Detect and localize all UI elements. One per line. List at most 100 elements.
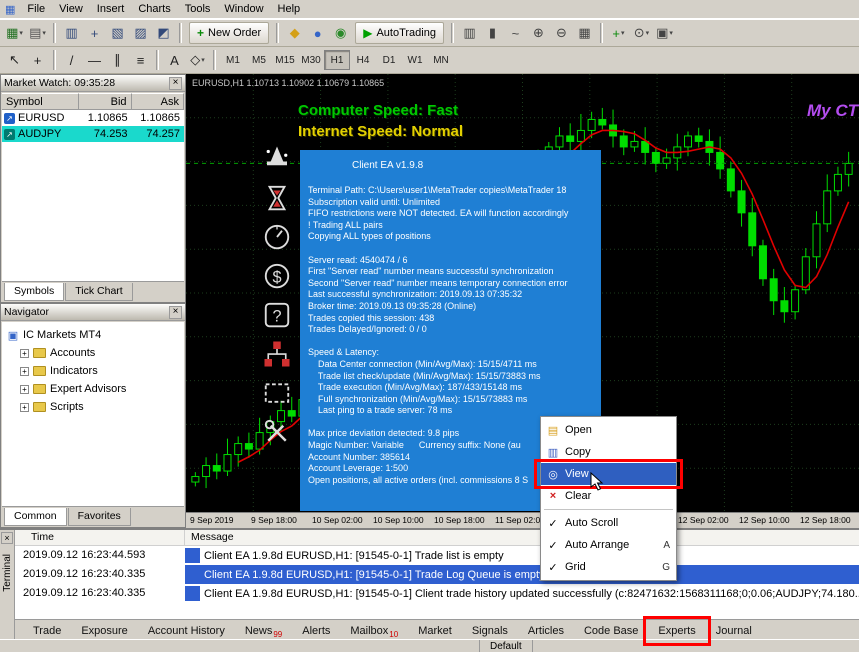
expand-icon[interactable]: + <box>20 349 29 358</box>
timeframe-M5[interactable]: M5 <box>246 50 272 70</box>
profiles-icon[interactable]: ▤▾ <box>26 22 49 44</box>
hourglass-icon[interactable] <box>262 183 292 213</box>
tab-articles[interactable]: Articles <box>518 622 574 640</box>
tree-item-scripts[interactable]: +Scripts <box>7 398 184 416</box>
timeframe-M1[interactable]: M1 <box>220 50 246 70</box>
column-header-symbol[interactable]: Symbol <box>2 93 79 110</box>
tab-trade[interactable]: Trade <box>23 622 71 640</box>
tab-market[interactable]: Market <box>408 622 462 640</box>
tab-code-base[interactable]: Code Base <box>574 622 648 640</box>
menu-item-open[interactable]: ▤Open <box>541 419 676 441</box>
help-icon[interactable]: ? <box>262 300 292 330</box>
market-watch-row[interactable]: ↗EURUSD1.108651.10865 <box>2 110 184 126</box>
tab-symbols[interactable]: Symbols <box>4 283 64 301</box>
data-window-icon[interactable]: + <box>83 22 106 44</box>
fibonacci-icon[interactable]: ≡ <box>129 49 152 71</box>
column-header-bid[interactable]: Bid <box>79 93 131 110</box>
tree-root-account[interactable]: ▣IC Markets MT4 <box>7 326 184 344</box>
autotrading-button[interactable]: ▶AutoTrading <box>355 22 444 44</box>
menu-item-view[interactable]: ◎View <box>541 463 676 485</box>
close-icon[interactable]: × <box>169 77 182 90</box>
templates-icon[interactable]: ▣▾ <box>653 22 676 44</box>
expand-icon[interactable]: + <box>20 367 29 376</box>
tree-item-accounts[interactable]: +Accounts <box>7 344 184 362</box>
tab-exposure[interactable]: Exposure <box>71 622 137 640</box>
timeframe-D1[interactable]: D1 <box>376 50 402 70</box>
horizontal-line-icon[interactable]: — <box>83 49 106 71</box>
timeframe-M30[interactable]: M30 <box>298 50 324 70</box>
arrows-icon[interactable]: ◇▾ <box>186 49 209 71</box>
crosshair-tool-icon[interactable]: + <box>26 49 49 71</box>
periods-icon[interactable]: ⊙▾ <box>630 22 653 44</box>
expand-icon[interactable]: + <box>20 385 29 394</box>
journal-row[interactable]: 2019.09.12 16:23:44.593Client EA 1.9.8d … <box>15 546 859 565</box>
zoom-out-icon[interactable]: ⊖ <box>550 22 573 44</box>
menu-view[interactable]: View <box>52 2 90 16</box>
menu-insert[interactable]: Insert <box>90 2 132 16</box>
zoom-in-icon[interactable]: ⊕ <box>527 22 550 44</box>
equidistant-channel-icon[interactable]: ∥ <box>106 49 129 71</box>
line-chart-icon[interactable]: ~ <box>504 22 527 44</box>
metaeditor-icon[interactable]: ◆ <box>283 22 306 44</box>
wizard-icon[interactable] <box>262 144 292 174</box>
timeframe-H1[interactable]: H1 <box>324 50 350 70</box>
trendline-icon[interactable]: / <box>60 49 83 71</box>
journal-row[interactable]: 2019.09.12 16:23:40.335Client EA 1.9.8d … <box>15 584 859 603</box>
menu-item-grid[interactable]: ✓GridG <box>541 556 676 578</box>
tab-favorites[interactable]: Favorites <box>68 508 131 526</box>
text-label-icon[interactable]: A <box>163 49 186 71</box>
time-column-header[interactable]: Time <box>15 530 185 545</box>
new-chart-icon[interactable]: ▦▾ <box>3 22 26 44</box>
menu-item-auto-scroll[interactable]: ✓Auto Scroll <box>541 512 676 534</box>
menu-item-copy[interactable]: ▥Copy <box>541 441 676 463</box>
menu-help[interactable]: Help <box>271 2 308 16</box>
tile-windows-icon[interactable]: ▦ <box>573 22 596 44</box>
tree-item-expert-advisors[interactable]: +Expert Advisors <box>7 380 184 398</box>
tab-mailbox[interactable]: Mailbox10 <box>340 622 408 640</box>
timeframe-W1[interactable]: W1 <box>402 50 428 70</box>
profile-indicator[interactable]: Default <box>480 640 533 652</box>
indicators-icon[interactable]: +▾ <box>607 22 630 44</box>
tab-account-history[interactable]: Account History <box>138 622 235 640</box>
signals-icon[interactable]: ◉ <box>329 22 352 44</box>
journal-row[interactable]: 2019.09.12 16:23:40.335Client EA 1.9.8d … <box>15 565 859 584</box>
bar-chart-icon[interactable]: ▥ <box>458 22 481 44</box>
tab-experts[interactable]: Experts <box>648 622 705 640</box>
cursor-tool-icon[interactable]: ↖ <box>3 49 26 71</box>
tab-alerts[interactable]: Alerts <box>292 622 340 640</box>
tree-item-indicators[interactable]: +Indicators <box>7 362 184 380</box>
menu-file[interactable]: File <box>20 2 52 16</box>
message-column-header[interactable]: Message <box>185 530 859 545</box>
column-header-ask[interactable]: Ask <box>132 93 184 110</box>
candlestick-icon[interactable]: ▮ <box>481 22 504 44</box>
tab-common[interactable]: Common <box>4 508 67 526</box>
options-icon[interactable]: ● <box>306 22 329 44</box>
gauge-icon[interactable] <box>262 222 292 252</box>
close-icon[interactable]: × <box>169 306 182 319</box>
menu-charts[interactable]: Charts <box>131 2 177 16</box>
timeframe-M15[interactable]: M15 <box>272 50 298 70</box>
frame-icon[interactable] <box>262 378 292 408</box>
navigator-icon[interactable]: ▧ <box>106 22 129 44</box>
menu-item-auto-arrange[interactable]: ✓Auto ArrangeA <box>541 534 676 556</box>
terminal-icon[interactable]: ▨ <box>129 22 152 44</box>
tab-news[interactable]: News99 <box>235 622 292 640</box>
tab-tick-chart[interactable]: Tick Chart <box>65 283 132 301</box>
menu-window[interactable]: Window <box>217 2 270 16</box>
money-icon[interactable]: $ <box>262 261 292 291</box>
new-order-button[interactable]: +New Order <box>189 22 269 44</box>
menu-item-clear[interactable]: ×Clear <box>541 485 676 507</box>
connection-icon[interactable] <box>262 339 292 369</box>
timeframe-MN[interactable]: MN <box>428 50 454 70</box>
strategy-tester-icon[interactable]: ◩ <box>152 22 175 44</box>
tools-icon[interactable] <box>262 417 292 447</box>
close-icon[interactable]: × <box>1 532 13 544</box>
timeframe-H4[interactable]: H4 <box>350 50 376 70</box>
market-watch-row[interactable]: ↗AUDJPY74.25374.257 <box>2 126 184 142</box>
menu-tools[interactable]: Tools <box>178 2 218 16</box>
chart-window[interactable]: EURUSD,H1 1.10713 1.10902 1.10679 1.1086… <box>186 74 859 528</box>
tab-journal[interactable]: Journal <box>706 622 762 640</box>
expand-icon[interactable]: + <box>20 403 29 412</box>
market-watch-icon[interactable]: ▥ <box>60 22 83 44</box>
tab-signals[interactable]: Signals <box>462 622 518 640</box>
